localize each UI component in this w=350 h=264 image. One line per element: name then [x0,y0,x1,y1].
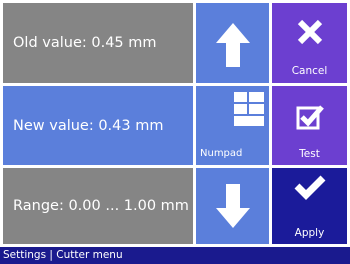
old-value-text: Old value: 0.45 mm [13,35,157,51]
numpad-icon [234,92,264,130]
range-text: Range: 0.00 ... 1.00 mm [13,198,189,214]
apply-button[interactable]: Apply [272,168,347,244]
cancel-label: Cancel [291,65,328,77]
status-text: Settings | Cutter menu [3,249,123,261]
arrow-up-icon [196,23,269,67]
decrease-button[interactable] [196,168,269,244]
increase-button[interactable] [196,3,269,83]
checkmark-icon [272,174,347,200]
test-button[interactable]: Test [272,86,347,165]
range-panel: Range: 0.00 ... 1.00 mm [3,168,193,244]
new-value-panel: New value: 0.43 mm [3,86,193,165]
close-icon [272,19,347,45]
numpad-button[interactable]: Numpad [196,86,269,165]
arrow-down-icon [196,184,269,228]
old-value-panel: Old value: 0.45 mm [3,3,193,83]
cancel-button[interactable]: Cancel [272,3,347,83]
test-label: Test [299,148,320,160]
status-bar: Settings | Cutter menu [0,247,350,264]
checkbox-icon [272,104,347,130]
numpad-label: Numpad [200,148,243,159]
new-value-text: New value: 0.43 mm [13,117,164,134]
apply-label: Apply [294,227,325,239]
